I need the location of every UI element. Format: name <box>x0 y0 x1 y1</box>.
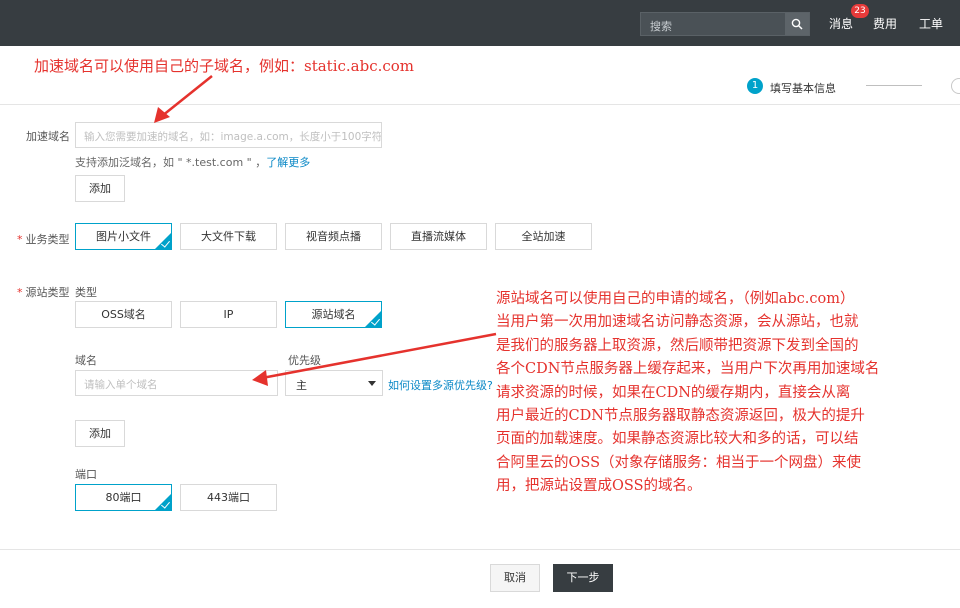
step-2-indicator <box>951 78 960 94</box>
search-button[interactable] <box>785 13 809 35</box>
business-option-small-files[interactable]: 图片小文件 <box>75 223 172 250</box>
port-label: 端口 <box>75 468 97 481</box>
port-option-443[interactable]: 443端口 <box>180 484 277 511</box>
annotation-line: 页面的加载速度。如果静态资源比较大和多的话，可以结 <box>496 431 859 448</box>
business-option-live[interactable]: 直播流媒体 <box>390 223 487 250</box>
option-label: 图片小文件 <box>96 230 151 243</box>
arrow-to-domain-input <box>154 75 213 123</box>
footer-divider <box>0 549 960 550</box>
next-step-button[interactable]: 下一步 <box>553 564 613 592</box>
option-label: 全站加速 <box>521 230 566 243</box>
search-box[interactable]: 搜索 <box>640 12 810 36</box>
origin-add-button[interactable]: 添加 <box>75 420 125 447</box>
annotation-line: 源站域名可以使用自己的申请的域名，（例如abc.com） <box>496 291 855 307</box>
option-label: 443端口 <box>207 491 250 504</box>
origin-option-ip[interactable]: IP <box>180 301 277 328</box>
domain-label: 加速域名 <box>26 130 70 143</box>
search-icon <box>791 18 803 30</box>
origin-type-label: * 源站类型 <box>17 284 70 300</box>
domain-hint: 支持添加泛域名，如 " *.test.com " ，了解更多 <box>75 154 310 170</box>
required-mark: * <box>17 233 23 246</box>
selected-check-icon <box>365 311 381 327</box>
option-label: OSS域名 <box>101 308 146 321</box>
origin-option-oss[interactable]: OSS域名 <box>75 301 172 328</box>
priority-select[interactable]: 主 <box>285 370 383 396</box>
business-option-full-site[interactable]: 全站加速 <box>495 223 592 250</box>
header-divider <box>0 104 960 105</box>
option-label: 直播流媒体 <box>411 230 466 243</box>
billing-link[interactable]: 费用 <box>873 15 897 32</box>
domain-input[interactable]: 输入您需要加速的域名，如：image.a.com，长度小于100字符 <box>75 122 382 148</box>
business-type-label: * 业务类型 <box>17 231 70 247</box>
step-1-indicator: 1 <box>747 78 763 94</box>
annotation-line: 用，把源站设置成OSS的域名。 <box>496 478 702 495</box>
option-label: IP <box>223 308 234 321</box>
annotation-line: 当用户第一次用加速域名访问静态资源，会从源站，也就 <box>496 314 859 331</box>
origin-type-label-text: 源站类型 <box>25 286 70 299</box>
business-type-label-text: 业务类型 <box>25 233 70 246</box>
selected-check-icon <box>155 494 171 510</box>
option-label: 视音频点播 <box>306 230 361 243</box>
origin-option-domain[interactable]: 源站域名 <box>285 301 382 328</box>
required-mark: * <box>17 286 23 299</box>
origin-domain-label: 域名 <box>75 354 97 367</box>
annotation-subdomain-note: 加速域名可以使用自己的子域名，例如：static.abc.com <box>34 57 415 75</box>
origin-domain-input[interactable]: 请输入单个域名 <box>75 370 278 396</box>
top-navigation-bar: 搜索 消息 费用 工单 <box>0 0 960 46</box>
tickets-link[interactable]: 工单 <box>919 15 943 32</box>
option-label: 源站域名 <box>311 308 356 321</box>
option-label: 大文件下载 <box>201 230 256 243</box>
domain-add-button[interactable]: 添加 <box>75 175 125 202</box>
annotation-line: 请求资源的时候，如果在CDN的缓存期内，直接会从离 <box>496 384 851 401</box>
business-option-vod[interactable]: 视音频点播 <box>285 223 382 250</box>
annotation-line: 是我们的服务器上取资源，然后顺带把资源下发到全国的 <box>496 337 859 354</box>
annotation-line: 各个CDN节点服务器上缓存起来，当用户下次再用加速域名 <box>496 361 880 378</box>
annotation-line: 合阿里云的OSS（对象存储服务：相当于一个网盘）来使 <box>496 454 861 471</box>
priority-help-link[interactable]: 如何设置多源优先级? <box>388 377 493 393</box>
messages-count-badge: 23 <box>851 4 869 18</box>
domain-hint-text: 支持添加泛域名，如 " *.test.com " ， <box>75 156 267 169</box>
priority-value: 主 <box>296 379 307 392</box>
cancel-button[interactable]: 取消 <box>490 564 540 592</box>
business-option-large-download[interactable]: 大文件下载 <box>180 223 277 250</box>
messages-link[interactable]: 消息 <box>829 15 853 32</box>
port-option-80[interactable]: 80端口 <box>75 484 172 511</box>
caret-down-icon <box>368 381 376 386</box>
selected-check-icon <box>155 233 171 249</box>
learn-more-link[interactable]: 了解更多 <box>266 156 310 169</box>
annotation-line: 用户最近的CDN节点服务器取静态资源返回，极大的提升 <box>496 408 865 425</box>
priority-label: 优先级 <box>288 354 321 367</box>
step-connector <box>866 85 922 86</box>
search-input[interactable]: 搜索 <box>650 18 672 34</box>
step-1-label: 填写基本信息 <box>770 82 836 95</box>
option-label: 80端口 <box>105 491 142 504</box>
annotation-origin-note: 源站域名可以使用自己的申请的域名，（例如abc.com） 当用户第一次用加速域名… <box>496 288 958 499</box>
origin-kind-label: 类型 <box>75 286 97 299</box>
